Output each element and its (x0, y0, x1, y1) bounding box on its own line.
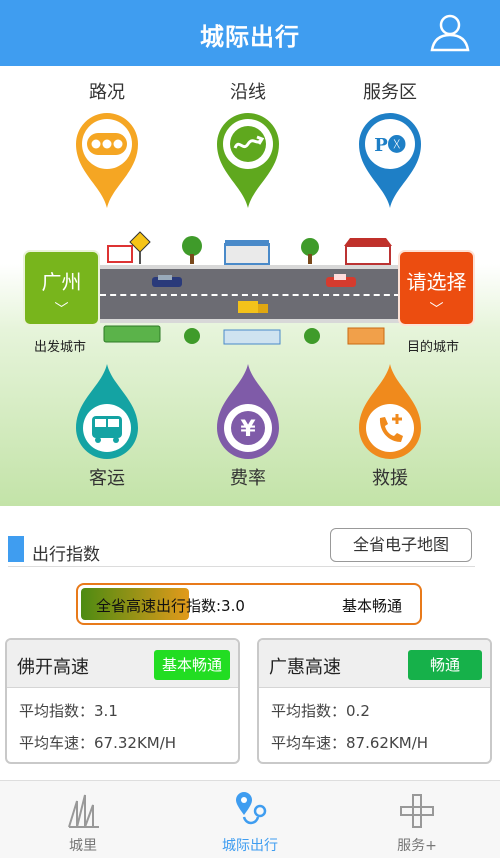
highway-card[interactable]: 广惠高速 畅通 平均指数：0.2 平均车速：87.62KM/H (257, 638, 492, 764)
index-value: 3.1 (94, 702, 118, 720)
truck-icon (238, 301, 268, 313)
car-icon (152, 275, 182, 287)
destination-city-name: 请选择 (406, 270, 467, 294)
bus-icon (76, 364, 138, 459)
tab-city-label: 城里 (69, 838, 97, 854)
bus-service-pin[interactable]: 客运 (62, 362, 152, 492)
toll-rate-pin[interactable]: ¥ 费率 (203, 362, 293, 492)
route-label: 沿线 (230, 82, 266, 103)
departure-caption: 出发城市 (34, 340, 87, 355)
page-title: 城际出行 (200, 23, 300, 51)
overall-status-text: 基本畅通 (341, 597, 402, 615)
traffic-light-icon (76, 113, 138, 208)
rescue-label: 救援 (372, 468, 408, 489)
route-pin[interactable]: 沿线 (203, 80, 293, 210)
app-header: 城际出行 (0, 0, 500, 66)
tab-intercity[interactable]: 城际出行 (167, 781, 333, 858)
city-buildings-icon (68, 794, 99, 828)
destination-caption: 目的城市 (407, 340, 460, 355)
speed-label: 平均车速： (19, 734, 95, 752)
service-area-pin[interactable]: 服务区 P🅧 (345, 80, 435, 210)
red-car-icon (326, 274, 356, 287)
tab-intercity-label: 城际出行 (222, 838, 278, 854)
route-icon (217, 113, 279, 208)
highway-name: 佛开高速 (17, 657, 89, 678)
overall-index-bar: 全省高速出行指数:3.0 基本畅通 (76, 583, 422, 625)
tab-services[interactable]: 服务+ (334, 781, 500, 858)
travel-index-title: 出行指数 (32, 545, 100, 565)
tab-city[interactable]: 城里 (0, 781, 166, 858)
svg-text:¥: ¥ (240, 417, 256, 442)
traffic-pin[interactable]: 路况 (62, 80, 152, 210)
tab-services-label: 服务+ (397, 838, 437, 854)
service-area-label: 服务区 (363, 82, 417, 103)
section-divider (8, 566, 475, 567)
rescue-phone-icon (359, 364, 421, 459)
svg-text:P🅧: P🅧 (374, 135, 406, 156)
speed-label: 平均车速： (271, 734, 347, 752)
roadside-scenery-icon (107, 231, 392, 265)
province-map-button[interactable]: 全省电子地图 (330, 528, 472, 562)
speed-value: 67.32KM/H (94, 734, 177, 752)
highway-card[interactable]: 佛开高速 基本畅通 平均指数：3.1 平均车速：67.32KM/H (5, 638, 240, 764)
chevron-down-icon: ﹀ (429, 302, 444, 318)
intercity-route-icon (236, 792, 267, 825)
service-area-icon: P🅧 (359, 113, 421, 208)
chevron-down-icon: ﹀ (54, 302, 69, 318)
toll-rate-label: 费率 (230, 468, 266, 489)
overall-index-text: 全省高速出行指数:3.0 (96, 597, 245, 615)
highway-name: 广惠高速 (269, 657, 341, 678)
rescue-pin[interactable]: 救援 (345, 362, 435, 492)
service-plus-icon (400, 794, 434, 828)
highway-road (100, 265, 400, 323)
speed-value: 87.62KM/H (346, 734, 429, 752)
roadside-lower-icon (103, 325, 385, 345)
index-label: 平均指数： (19, 702, 95, 720)
index-label: 平均指数： (271, 702, 347, 720)
departure-city-name: 广州 (41, 270, 82, 294)
status-badge: 畅通 (407, 650, 482, 680)
destination-city-selector[interactable]: 请选择 ﹀ (398, 250, 475, 326)
section-marker (8, 536, 24, 562)
yen-icon: ¥ (217, 364, 279, 459)
status-badge: 基本畅通 (153, 650, 230, 680)
departure-city-selector[interactable]: 广州 ﹀ (23, 250, 100, 326)
bus-service-label: 客运 (89, 468, 125, 489)
user-icon[interactable] (428, 12, 472, 52)
bottom-tab-bar: 城里 城际出行 服务+ (0, 780, 500, 858)
index-value: 0.2 (346, 702, 370, 720)
traffic-label: 路况 (89, 82, 125, 103)
